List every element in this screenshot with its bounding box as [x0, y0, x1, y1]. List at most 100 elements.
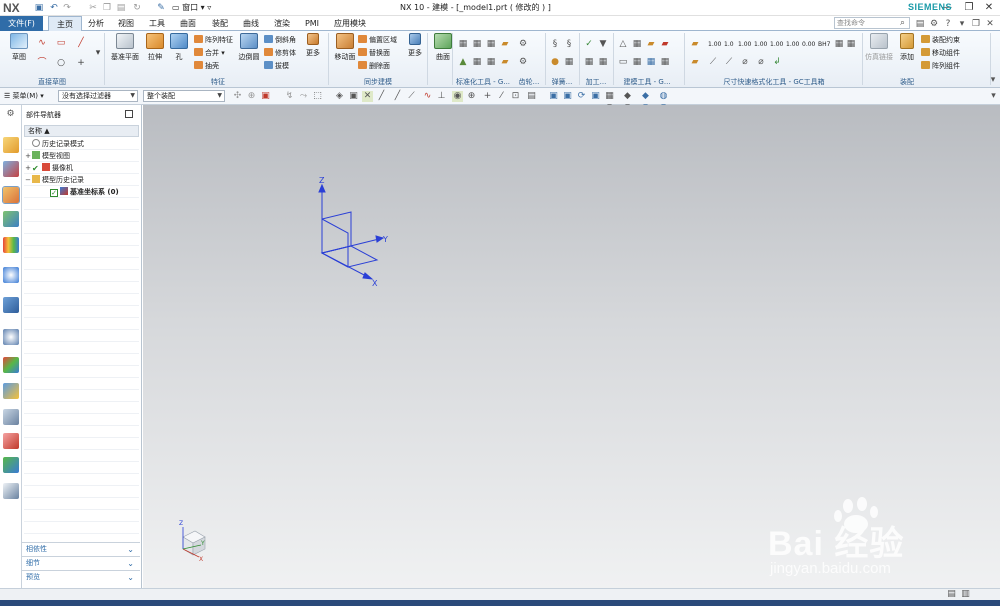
model-tool-7-icon[interactable]: ▦ [646, 57, 656, 67]
model-tool-4-icon[interactable]: ▰ [660, 39, 670, 49]
dim-format-2[interactable]: 1.0 [724, 39, 734, 50]
select-box-icon[interactable]: ▣ [260, 91, 271, 102]
link-icon[interactable]: ⤳ [298, 91, 309, 102]
spring-tool-3-icon[interactable]: ● [550, 57, 560, 67]
dim-tool-e-icon[interactable]: ⟋ [708, 57, 718, 67]
snap-quadrant-icon[interactable]: ⊕ [466, 91, 477, 102]
accordion-dependencies[interactable]: 相依性 ⌄ [22, 542, 140, 555]
navigator-row-model-history[interactable]: − 模型历史记录 [24, 174, 139, 186]
std-tool-6-icon[interactable]: ▦ [472, 57, 482, 67]
datum-plane-button[interactable]: 基准平面 [110, 33, 140, 73]
visibility-icon[interactable]: ◍ ▾ [658, 91, 669, 112]
tab-surface[interactable]: 曲面 [174, 16, 202, 31]
tab-tools[interactable]: 工具 [143, 16, 171, 31]
search-icon[interactable]: ⌕ [900, 18, 905, 28]
dim-tool-h-icon[interactable]: ⌀ [756, 57, 766, 67]
command-search-input[interactable]: 查找命令 [834, 17, 910, 29]
panel-close-icon[interactable]: ✕ [984, 18, 996, 30]
accordion-details[interactable]: 细节 ⌄ [22, 556, 140, 569]
move-component-button[interactable]: 移动组件 [921, 48, 960, 59]
save-icon[interactable]: ▣ [32, 1, 46, 15]
view-rotate-icon[interactable]: ⟳ [576, 91, 587, 102]
navigator-row-history-mode[interactable]: 历史记录模式 [24, 138, 139, 150]
tab-render[interactable]: 渲染 [268, 16, 296, 31]
machining-tool-1-icon[interactable]: ✓ [584, 39, 594, 49]
reuse-library-icon[interactable] [3, 211, 19, 227]
snap-line-icon[interactable]: ╱ [376, 91, 387, 102]
tab-view[interactable]: 视图 [112, 16, 140, 31]
paste-icon[interactable]: ▤ [114, 1, 128, 15]
dim-format-7[interactable]: 0.00 [802, 39, 815, 50]
status-icon-2[interactable]: ▥ [960, 589, 971, 600]
pattern-feature-button[interactable]: 阵列特征 [194, 35, 233, 46]
machining-tool-4-icon[interactable]: ▦ [598, 57, 608, 67]
arc-icon[interactable]: ⌒ [37, 58, 47, 68]
toolbar-options-icon[interactable]: ▾ [988, 91, 999, 102]
dim-tool-b-icon[interactable]: ▰ [690, 57, 700, 67]
pattern-component-button[interactable]: 阵列组件 [921, 61, 960, 72]
snap-intersect-icon[interactable]: ⊥ [436, 91, 447, 102]
snap-bounded-icon[interactable]: ⊡ [510, 91, 521, 102]
ribbon-expand-icon[interactable]: ▾ [988, 75, 998, 85]
redo-icon[interactable]: ↷ [60, 1, 74, 15]
cube-icon[interactable]: ▣ [348, 91, 359, 102]
gear-tool-1-icon[interactable]: ⚙ [518, 39, 528, 49]
general-selection-icon[interactable]: ✣ [232, 91, 243, 102]
dim-tool-f-icon[interactable]: ⟋ [724, 57, 734, 67]
trim-body-button[interactable]: 修剪体 [264, 48, 296, 59]
more-features-button[interactable]: 更多 [298, 33, 328, 73]
std-tool-7-icon[interactable]: ▦ [486, 57, 496, 67]
std-tool-3-icon[interactable]: ▦ [486, 39, 496, 49]
point-icon[interactable]: + [76, 58, 86, 68]
dim-format-3[interactable]: 1.00 [738, 39, 751, 50]
snap-curve-icon[interactable]: ∿ [422, 91, 433, 102]
constraint-navigator-icon[interactable] [3, 161, 19, 177]
type-filter-select[interactable]: 没有选择过滤器 ▼ [58, 90, 138, 102]
dim-tool-g-icon[interactable]: ⌀ [740, 57, 750, 67]
sketch-button[interactable]: 草图 [4, 33, 34, 73]
model-tool-3-icon[interactable]: ▰ [646, 39, 656, 49]
offset-region-button[interactable]: 偏置区域 [358, 35, 397, 46]
history-icon[interactable] [3, 297, 19, 313]
std-tool-2-icon[interactable]: ▦ [472, 39, 482, 49]
settings-icon[interactable]: ⚙ [5, 109, 16, 120]
render-style-icon[interactable]: ◆ ▾ [622, 91, 633, 112]
roles-icon[interactable] [3, 357, 19, 373]
system-material-icon[interactable] [3, 409, 19, 425]
model-tool-2-icon[interactable]: ▦ [632, 39, 642, 49]
selection-intent-icon[interactable]: ⊕ [246, 91, 257, 102]
chamfer-button[interactable]: 倒斜角 [264, 35, 296, 46]
dim-format-5[interactable]: 1.00 [770, 39, 783, 50]
surface-button[interactable]: 曲面 [428, 33, 458, 73]
hole-button[interactable]: 孔 [164, 33, 194, 73]
snap-icon[interactable]: ↯ [284, 91, 295, 102]
snap-tangent-icon[interactable]: ⟋ [406, 91, 417, 102]
model-tool-1-icon[interactable]: △ [618, 39, 628, 49]
machining-tool-2-icon[interactable]: ▼ [598, 39, 608, 49]
palette-icon[interactable] [3, 433, 19, 449]
hd3d-tools-icon[interactable] [3, 237, 19, 253]
navigator-row-model-views[interactable]: + 模型视图 [24, 150, 139, 162]
dim-tool-a-icon[interactable]: ▰ [690, 39, 700, 49]
assembly-navigator-icon[interactable] [3, 137, 19, 153]
spring-tool-1-icon[interactable]: § [550, 39, 560, 49]
checkbox-checked-icon[interactable]: ✓ [50, 189, 58, 197]
tab-home[interactable]: 主页 [48, 16, 82, 32]
edge-blend-button[interactable]: 边倒圆 [234, 33, 264, 73]
machining-tool-3-icon[interactable]: ▦ [584, 57, 594, 67]
view-zoom-icon[interactable]: ▣ [562, 91, 573, 102]
maximize-icon[interactable] [125, 110, 133, 118]
add-component-button[interactable]: 添加 [892, 33, 922, 73]
dim-tool-d-icon[interactable]: ▦ [846, 39, 856, 49]
system-scene-icon[interactable] [3, 383, 19, 399]
dim-format-8[interactable]: BH7 [818, 39, 830, 50]
scope-select[interactable]: 整个装配 ▼ [143, 90, 225, 102]
copy-icon[interactable]: ❐ [100, 1, 114, 15]
delete-face-button[interactable]: 删除面 [358, 61, 390, 72]
tab-pmi[interactable]: PMI [299, 16, 325, 31]
manual-icon[interactable] [3, 483, 19, 499]
help-icon[interactable]: ? [942, 18, 954, 30]
file-menu[interactable]: 文件(F) [0, 16, 43, 31]
close-icon[interactable]: ✕ [978, 0, 1000, 16]
snap-endpoint-icon[interactable]: ✕ [362, 91, 373, 102]
